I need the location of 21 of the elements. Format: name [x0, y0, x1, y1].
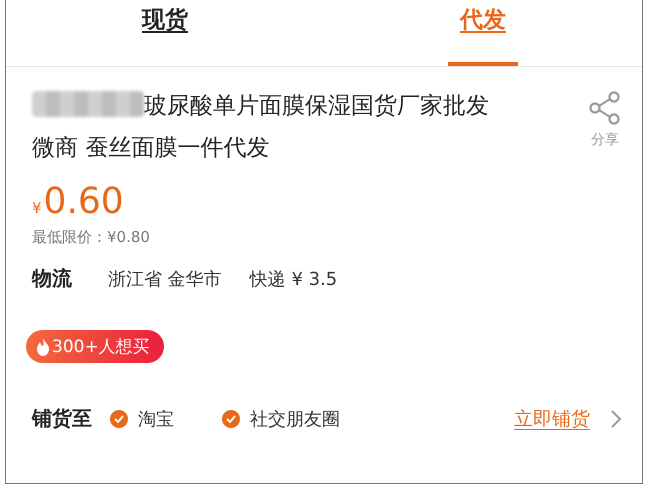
origin-location: 浙江省 金华市 — [108, 268, 222, 290]
min-price: 最低限价：¥0.80 — [32, 228, 151, 247]
price: 0.60 — [44, 181, 124, 222]
tab[interactable]: 现货 — [142, 4, 188, 35]
product-title: 玻尿酸单片面膜保湿国货厂家批发微商 蚕丝面膜一件代发 — [32, 90, 490, 163]
option-label[interactable]: 社交朋友圈 — [250, 406, 340, 430]
checkbox[interactable] — [110, 410, 128, 428]
shipping-fee: 快递 ¥ 3.5 — [250, 268, 338, 290]
chevron-right-icon[interactable] — [610, 408, 622, 428]
tab-indicator — [448, 62, 518, 66]
share-label: 分享 — [591, 131, 619, 149]
logistics-label: 物流 — [32, 265, 72, 292]
checkbox[interactable] — [222, 410, 240, 428]
popularity-badge: 300+人想买 — [26, 330, 164, 363]
option-label[interactable]: 淘宝 — [138, 406, 174, 430]
checkmark-icon — [114, 414, 124, 422]
share-icon[interactable] — [588, 91, 622, 125]
flame-icon — [36, 338, 50, 356]
currency-symbol: ¥ — [32, 199, 42, 217]
checkmark-icon — [226, 414, 236, 422]
distribute-label: 铺货至 — [32, 405, 92, 432]
